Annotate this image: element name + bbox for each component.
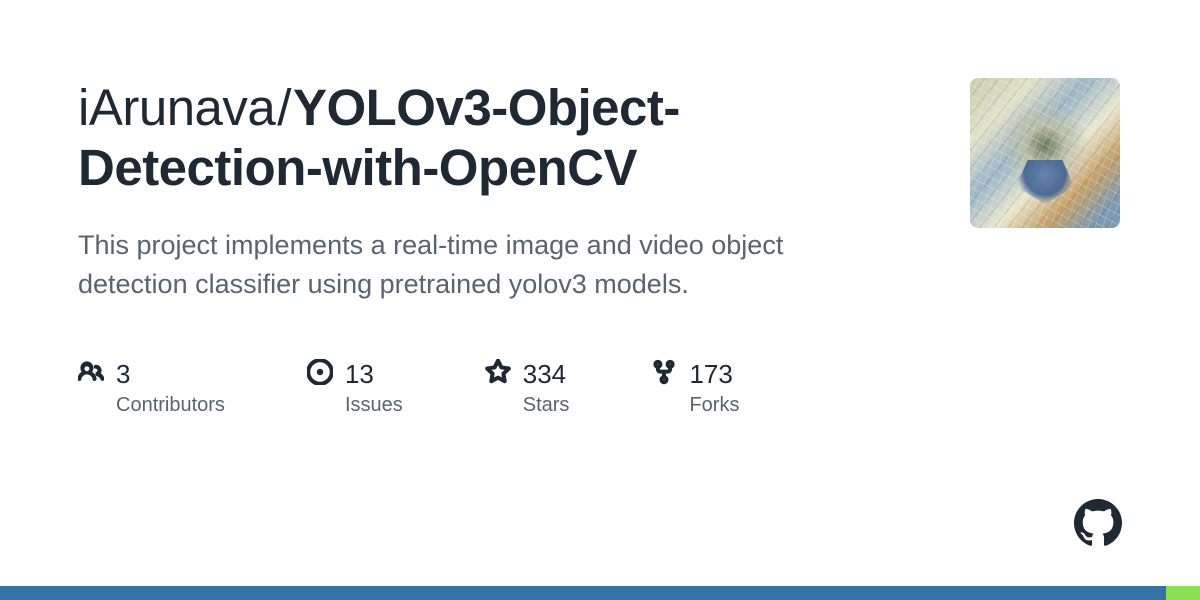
forks-count: 173 [689, 359, 732, 390]
forks-label: Forks [689, 394, 739, 417]
repo-owner[interactable]: iArunava [78, 79, 275, 136]
language-bar [0, 586, 1200, 600]
stars-count: 334 [523, 359, 566, 390]
avatar[interactable] [970, 78, 1120, 228]
issues-count: 13 [345, 359, 374, 390]
stat-contributors[interactable]: 3 Contributors [78, 359, 225, 417]
contributors-label: Contributors [116, 394, 225, 417]
stat-forks[interactable]: 173 Forks [651, 359, 739, 417]
language-segment [0, 586, 1166, 600]
language-segment [1166, 586, 1200, 600]
issues-label: Issues [345, 394, 403, 417]
contributors-count: 3 [116, 359, 130, 390]
github-logo-icon[interactable] [1074, 499, 1122, 552]
repo-title: iArunava/YOLOv3-Object-Detection-with-Op… [78, 78, 898, 198]
people-icon [78, 359, 104, 390]
slash-separator: / [277, 79, 291, 136]
repo-description: This project implements a real-time imag… [78, 226, 798, 304]
stats-row: 3 Contributors 13 Issues 334 [78, 359, 898, 417]
issue-icon [307, 359, 333, 390]
fork-icon [651, 359, 677, 390]
stat-stars[interactable]: 334 Stars [485, 359, 570, 417]
stat-issues[interactable]: 13 Issues [307, 359, 403, 417]
star-icon [485, 359, 511, 390]
stars-label: Stars [523, 394, 570, 417]
